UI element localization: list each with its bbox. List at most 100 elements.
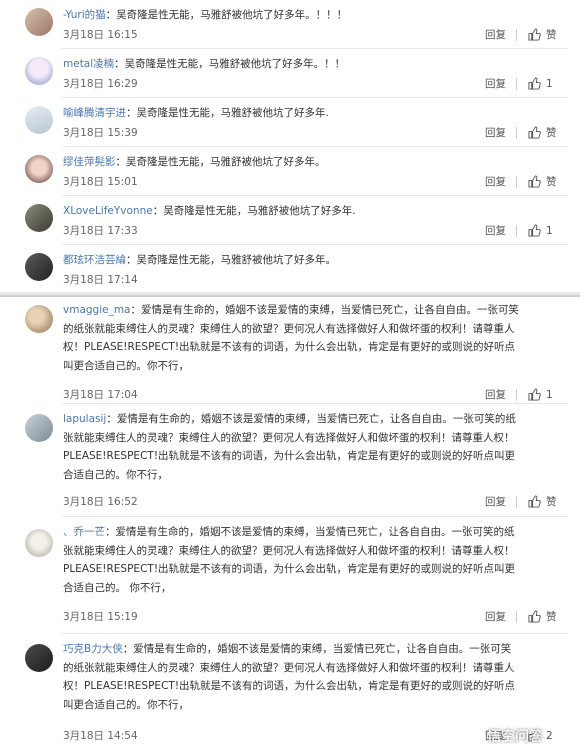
user-avatar[interactable] xyxy=(25,644,53,672)
like-button[interactable]: 赞 xyxy=(516,494,564,510)
reply-button[interactable]: 回复 xyxy=(485,494,506,510)
like-button[interactable]: 赞 xyxy=(516,125,564,141)
like-button[interactable]: 赞 xyxy=(516,27,564,43)
comment-line: PLEASE!RESPECT!出轨就是不该有的词语，为什么会出轨，肯定是有更好的… xyxy=(63,563,516,575)
reply-button[interactable]: 回复 xyxy=(485,609,506,625)
thumbs-up-icon xyxy=(528,224,541,237)
like-divider xyxy=(516,78,517,90)
username-link[interactable]: lapulasij xyxy=(63,413,106,425)
username-link[interactable]: 巧克B力大侠 xyxy=(63,643,123,655)
username-link[interactable]: vmaggie_ma xyxy=(63,304,131,316)
comment-time: 3月18日 16:15 xyxy=(63,29,138,41)
like-count: 1 xyxy=(546,389,553,401)
username-link[interactable]: XLoveLifeYvonne xyxy=(63,205,153,217)
comment-time: 3月18日 17:04 xyxy=(63,389,138,401)
user-avatar[interactable] xyxy=(25,305,53,333)
comment-meta: 3月18日 16:52 回复 赞 xyxy=(63,494,564,510)
comment-text: metal凌楠：吴奇隆是性无能，马雅舒被他坑了好多年。！！ xyxy=(63,58,346,70)
comment-time: 3月18日 15:19 xyxy=(63,611,138,623)
like-count: 赞 xyxy=(546,496,557,508)
comment-line: 爱情是有生命的，婚姻不该是爱情的束缚，当爱情已死亡，让各自自由。一张可笑 xyxy=(133,643,512,655)
comment-item: 缪佳萍髡影：吴奇隆是性无能，马雅舒被他坑了好多年。 3月18日 15:01 回复… xyxy=(0,147,580,196)
comment-meta: 3月18日 16:15 回复 赞 xyxy=(63,27,564,43)
comment-time: 3月18日 16:52 xyxy=(63,496,138,508)
like-divider xyxy=(516,225,517,237)
like-count: 赞 xyxy=(546,127,557,139)
reply-button[interactable]: 回复 xyxy=(485,76,506,92)
thumbs-up-icon xyxy=(528,388,541,401)
watermark-text: 悟空问答 xyxy=(487,729,543,745)
like-count: 1 xyxy=(546,225,553,237)
comment-body: 吴奇隆是性无能，马雅舒被他坑了好多年。 xyxy=(126,156,326,168)
like-divider xyxy=(516,496,517,508)
user-avatar[interactable] xyxy=(25,414,53,442)
comment-line: 合适自己的。你不行， xyxy=(63,468,168,481)
comment-line: 权！PLEASE!RESPECT!出轨就是不该有的词语，为什么会出轨，肯定是有更… xyxy=(63,680,516,692)
comment-line: 张就能束缚住人的灵魂？束缚住人的欲望？更何况人有选择做好人和做坏蛋的权利！请尊重… xyxy=(63,431,515,444)
user-avatar[interactable] xyxy=(25,155,53,183)
comment-line: 爱情是有生命的，婚姻不该是爱情的束缚，当爱情已死亡，让各自自由。一张可笑 xyxy=(141,304,519,316)
reply-button[interactable]: 回复 xyxy=(485,125,506,141)
comment-meta: 3月18日 15:39 回复 赞 xyxy=(63,125,564,141)
comment-item: 、乔一芒：爱情是有生命的，婚姻不该是爱情的束缚，当爱情已死亡，让各自自由。一张可… xyxy=(0,517,580,634)
reply-button[interactable]: 回复 xyxy=(485,174,506,190)
username-link[interactable]: 喻峰腾清宇进 xyxy=(63,107,126,119)
user-avatar[interactable] xyxy=(25,204,53,232)
thumbs-up-icon xyxy=(528,495,541,508)
comment-text: 、乔一芒：爱情是有生命的，婚姻不该是爱情的束缚，当爱情已死亡，让各自自由。一张可… xyxy=(63,523,564,597)
comment-item: 喻峰腾清宇进：吴奇隆是性无能，马雅舒被他坑了好多年. 3月18日 15:39 回… xyxy=(0,98,580,147)
like-divider xyxy=(516,611,517,623)
like-button[interactable]: 1 xyxy=(516,76,564,92)
username-link[interactable]: 、乔一芒 xyxy=(63,526,105,538)
comment-line: 的纸张就能束缚住人的灵魂？束缚住人的欲望？更何况人有选择做好人和做坏蛋的权利！请… xyxy=(63,661,515,674)
comment-text: 缪佳萍髡影：吴奇隆是性无能，马雅舒被他坑了好多年。 xyxy=(63,156,326,168)
username-link[interactable]: -Yuri的猫 xyxy=(63,9,106,21)
comment-item: vmaggie_ma：爱情是有生命的，婚姻不该是爱情的束缚，当爱情已死亡，让各自… xyxy=(0,297,580,404)
wukong-logo-icon xyxy=(463,727,483,747)
like-button[interactable]: 赞 xyxy=(516,609,564,625)
comment-time: 3月18日 16:29 xyxy=(63,78,138,90)
username-link[interactable]: metal凌楠 xyxy=(63,58,114,70)
comment-line: PLEASE!RESPECT!出轨就是不该有的词语，为什么会出轨，肯定是有更好的… xyxy=(63,450,516,462)
comment-line: 合适自己的。 你不行， xyxy=(63,581,172,594)
user-avatar[interactable] xyxy=(25,106,53,134)
like-button[interactable]: 1 xyxy=(516,387,564,403)
like-button[interactable]: 1 xyxy=(516,223,564,239)
comment-body: 吴奇隆是性无能，马雅舒被他坑了好多年. xyxy=(163,205,356,217)
like-count: 赞 xyxy=(546,611,557,623)
user-avatar[interactable] xyxy=(25,57,53,85)
like-divider xyxy=(516,389,517,401)
username-link[interactable]: 缪佳萍髡影 xyxy=(63,156,116,168)
comment-line: 叫更合适自己的。你不行， xyxy=(63,698,189,711)
comment-time: 3月18日 17:14 xyxy=(63,274,138,286)
comment-line: 爱情是有生命的，婚姻不该是爱情的束缚，当爱情已死亡，让各自自由。一张可笑的纸 xyxy=(115,526,515,538)
comment-time: 3月18日 17:33 xyxy=(63,225,138,237)
comment-text: lapulasij：爱情是有生命的，婚姻不该是爱情的束缚，当爱情已死亡，让各自自… xyxy=(63,410,564,484)
user-avatar[interactable] xyxy=(25,8,53,36)
comment-line: 的纸张就能束缚住人的灵魂？束缚住人的欲望？更何况人有选择做好人和做坏蛋的权利！请… xyxy=(63,322,515,335)
like-count: 赞 xyxy=(546,176,557,188)
comment-body: 吴奇隆是性无能，马雅舒被他坑了好多年。！！ xyxy=(124,58,346,70)
user-avatar[interactable] xyxy=(25,253,53,281)
reply-button[interactable]: 回复 xyxy=(485,387,506,403)
reply-button[interactable]: 回复 xyxy=(485,27,506,43)
comment-text: XLoveLifeYvonne：吴奇隆是性无能，马雅舒被他坑了好多年. xyxy=(63,205,356,217)
comment-body: 吴奇隆是性无能，马雅舒被他坑了好多年。 xyxy=(136,254,337,266)
comment-text: 巧克B力大侠：爱情是有生命的，婚姻不该是爱情的束缚，当爱情已死亡，让各自自由。一… xyxy=(63,640,564,714)
thumbs-up-icon xyxy=(528,175,541,188)
thumbs-up-icon xyxy=(528,126,541,139)
comment-meta: 3月18日 17:14 xyxy=(63,272,564,288)
like-button[interactable]: 赞 xyxy=(516,174,564,190)
username-link[interactable]: 都玹环洁芸綸 xyxy=(63,254,126,266)
comment-line: 爱情是有生命的，婚姻不该是爱情的束缚，当爱情已死亡，让各自自由。一张可笑的纸 xyxy=(116,413,516,425)
comment-text: 都玹环洁芸綸：吴奇隆是性无能，马雅舒被他坑了好多年。 xyxy=(63,254,337,266)
user-avatar[interactable] xyxy=(25,529,53,557)
comment-time: 3月18日 15:39 xyxy=(63,127,138,139)
comment-meta: 3月18日 15:01 回复 赞 xyxy=(63,174,564,190)
comment-body: 吴奇隆是性无能，马雅舒被他坑了好多年. xyxy=(136,107,329,119)
comment-line: 张就能束缚住人的灵魂？束缚住人的欲望？更何况人有选择做好人和做坏蛋的权利！请尊重… xyxy=(63,544,515,557)
comment-panel-bottom: vmaggie_ma：爱情是有生命的，婚姻不该是爱情的束缚，当爱情已死亡，让各自… xyxy=(0,295,580,755)
comment-item: 都玹环洁芸綸：吴奇隆是性无能，马雅舒被他坑了好多年。 3月18日 17:14 xyxy=(0,245,580,292)
reply-button[interactable]: 回复 xyxy=(485,223,506,239)
like-count: 1 xyxy=(546,78,553,90)
